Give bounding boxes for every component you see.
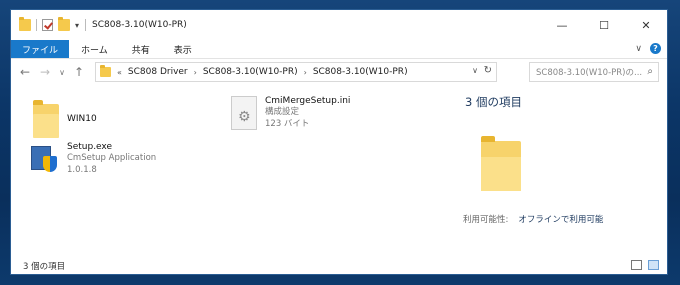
folder-icon: [19, 17, 31, 31]
status-bar: 3 個の項目: [11, 256, 667, 274]
search-input[interactable]: SC808-3.10(W10-PR)の... ⌕: [529, 62, 659, 82]
file-list: WIN10 CmiMergeSetup.ini 構成設定 123 バイト Set…: [11, 86, 451, 256]
tab-home[interactable]: ホーム: [69, 40, 120, 58]
recent-locations-icon[interactable]: ∨: [57, 68, 67, 77]
window-title: SC808-3.10(W10-PR): [92, 20, 187, 30]
item-name: Setup.exe: [67, 142, 113, 152]
tab-file[interactable]: ファイル: [11, 40, 70, 58]
help-icon[interactable]: ?: [650, 43, 661, 54]
list-item[interactable]: WIN10: [33, 100, 97, 138]
large-icons-view-icon[interactable]: [648, 260, 659, 270]
item-size: 123 バイト: [265, 119, 310, 129]
up-arrow-icon[interactable]: ↑: [71, 65, 87, 79]
list-item[interactable]: CmiMergeSetup.ini 構成設定 123 バイト: [231, 96, 350, 130]
tab-view[interactable]: 表示: [162, 40, 204, 58]
tab-share[interactable]: 共有: [120, 40, 162, 58]
details-title: 3 個の項目: [465, 95, 522, 109]
divider: [85, 19, 87, 31]
breadcrumb-item[interactable]: SC808 Driver: [128, 67, 188, 77]
explorer-window: ▾ SC808-3.10(W10-PR) — ☐ ✕ ファイル ホーム 共有 表…: [10, 9, 668, 275]
folder-icon: [100, 65, 111, 77]
item-type: 構成設定: [265, 107, 300, 117]
setup-exe-icon: [31, 142, 59, 174]
breadcrumb-item[interactable]: SC808-3.10(W10-PR): [313, 67, 408, 77]
availability-row: 利用可能性: オフラインで利用可能: [463, 213, 603, 225]
maximize-button[interactable]: ☐: [583, 10, 625, 40]
new-folder-icon[interactable]: [58, 17, 70, 31]
navigation-bar: ← → ∨ ↑ « SC808 Driver › SC808-3.10(W10-…: [11, 59, 667, 85]
title-bar: ▾ SC808-3.10(W10-PR) — ☐ ✕: [11, 10, 667, 40]
item-name: WIN10: [67, 114, 97, 124]
divider: [36, 19, 37, 31]
item-count: 3 個の項目: [23, 261, 66, 272]
minimize-button[interactable]: —: [541, 10, 583, 40]
overflow-icon[interactable]: «: [117, 68, 122, 77]
availability-label: 利用可能性:: [463, 215, 509, 225]
quick-access-toolbar: ▾: [11, 17, 79, 31]
details-view-icon[interactable]: [631, 260, 642, 270]
item-name: CmiMergeSetup.ini: [265, 96, 351, 106]
ini-file-icon: [231, 96, 257, 130]
window-controls: — ☐ ✕: [541, 10, 667, 40]
expand-ribbon-icon[interactable]: ∨: [635, 44, 642, 54]
customize-toolbar-icon[interactable]: ▾: [75, 21, 79, 30]
chevron-right-icon[interactable]: ›: [194, 68, 197, 77]
item-description: CmSetup Application: [67, 153, 157, 163]
refresh-icon[interactable]: ↻: [484, 65, 492, 76]
ribbon-tabs: ファイル ホーム 共有 表示 ∨ ?: [11, 40, 667, 59]
list-item[interactable]: Setup.exe CmSetup Application 1.0.1.8: [31, 142, 156, 176]
search-icon[interactable]: ⌕: [647, 66, 653, 77]
availability-value: オフラインで利用可能: [518, 215, 604, 225]
details-pane: 3 個の項目 利用可能性: オフラインで利用可能: [451, 86, 667, 256]
chevron-right-icon[interactable]: ›: [304, 68, 307, 77]
search-placeholder: SC808-3.10(W10-PR)の...: [536, 68, 643, 78]
item-version: 1.0.1.8: [67, 165, 97, 175]
address-dropdown-icon[interactable]: ∨: [472, 66, 478, 75]
folder-icon: [33, 100, 59, 138]
close-button[interactable]: ✕: [625, 10, 667, 40]
address-bar[interactable]: « SC808 Driver › SC808-3.10(W10-PR) › SC…: [95, 62, 497, 82]
back-arrow-icon[interactable]: ←: [17, 65, 33, 79]
properties-icon[interactable]: [42, 19, 53, 31]
ribbon-right: ∨ ?: [635, 43, 661, 54]
forward-arrow-icon[interactable]: →: [37, 65, 53, 79]
view-buttons: [631, 260, 659, 270]
folder-icon: [481, 136, 521, 191]
breadcrumb-item[interactable]: SC808-3.10(W10-PR): [203, 67, 298, 77]
